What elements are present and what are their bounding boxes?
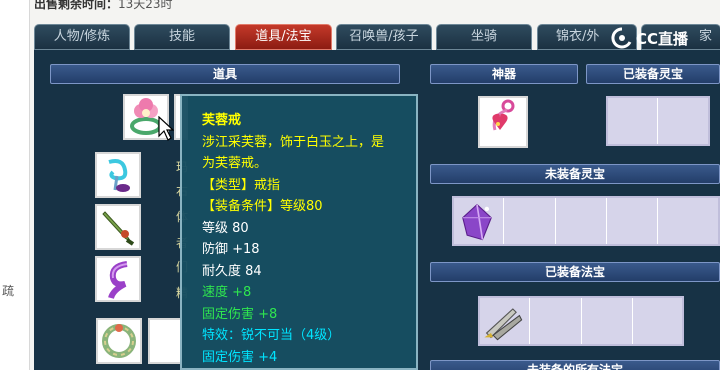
equipped-fabao-header: 已装备法宝 [430,262,720,282]
items-header: 道具 [50,64,400,84]
tab-mounts[interactable]: 坐骑 [436,24,532,50]
unequipped-lingbao-header: 未装备灵宝 [430,164,720,184]
fabao-slot[interactable] [633,298,682,344]
left-margin-char: 疏 [2,284,15,298]
green-jade-bracelet-icon [102,324,136,358]
silver-blades-icon [484,308,523,341]
unequipped-lingbao-slots[interactable] [452,196,720,246]
lingbao-slot[interactable] [454,198,504,244]
item-slot-dagger[interactable] [95,204,141,250]
item-slot-ribbon[interactable] [95,256,141,302]
equipped-lingbao-slots[interactable] [606,96,710,146]
remaining-time: 出售剩余时间：13天23时 [34,0,173,12]
mouse-cursor-icon [158,116,174,141]
equipped-lingbao-header: 已装备灵宝 [586,64,720,84]
cc-live-watermark: CC直播 [608,25,720,51]
tooltip-desc-1: 涉江采芙蓉，饰于白玉之上，是 [202,134,385,150]
fabao-slot[interactable] [582,298,633,344]
all-fabao-header: 未装备的所有法宝 [430,360,720,370]
purple-ribbon-icon [108,261,128,299]
lingbao-slot[interactable] [505,198,556,244]
item-tooltip: 芙蓉戒 涉江采芙蓉，饰于白玉之上，是 为芙蓉戒。 【类型】戒指 【装备条件】等级… [180,94,418,370]
purple-crystal-icon [462,203,492,241]
tooltip-desc-2: 为芙蓉戒。 [202,156,268,171]
green-jeweled-dagger-icon [102,211,135,246]
fabao-slot[interactable] [480,298,530,344]
artifact-header: 神器 [430,64,578,84]
tooltip-level: 等级 80 [202,220,249,236]
equipped-lingbao-slot[interactable] [658,98,708,144]
fabao-slot[interactable] [531,298,582,344]
lingbao-slot[interactable] [607,198,658,244]
tooltip-requirement: 【装备条件】等级80 [202,199,323,214]
tooltip-fixed-damage-2: 固定伤害 +4 [202,349,278,365]
left-margin: 疏 [0,0,30,370]
tooltip-durability: 耐久度 84 [202,263,262,279]
artifact-slot[interactable] [478,96,528,148]
cyan-swirl-hairpin-icon [108,159,130,192]
tooltip-speed: 速度 +8 [202,285,252,300]
remaining-time-label: 出售剩余时间： [34,0,119,11]
tab-character[interactable]: 人物/修炼 [34,24,130,50]
remaining-time-value: 13天23时 [118,0,173,11]
tooltip-type: 【类型】戒指 [202,177,281,193]
tab-skills[interactable]: 技能 [134,24,230,50]
item-slot-bracelet[interactable] [96,318,142,364]
tooltip-effect: 特效：锐不可当（4级） [202,328,341,343]
equipped-fabao-slots[interactable] [478,296,684,346]
tooltip-item-name: 芙蓉戒 [202,113,242,128]
pink-heart-amulet-icon [492,99,515,131]
item-slot-partial-2[interactable] [148,318,182,364]
item-slot-hairpin[interactable] [95,152,141,198]
tooltip-defense: 防御 +18 [202,242,260,257]
watermark-text: CC直播 [636,30,689,48]
lingbao-slot[interactable] [658,198,720,244]
tab-pets-children[interactable]: 召唤兽/孩子 [336,24,432,50]
equipped-lingbao-slot[interactable] [608,98,658,144]
cc-logo-icon [611,27,632,49]
tooltip-fixed-damage: 固定伤害 +8 [202,306,278,322]
lingbao-slot[interactable] [556,198,607,244]
tab-items-artifacts[interactable]: 道具/法宝 [235,24,332,50]
